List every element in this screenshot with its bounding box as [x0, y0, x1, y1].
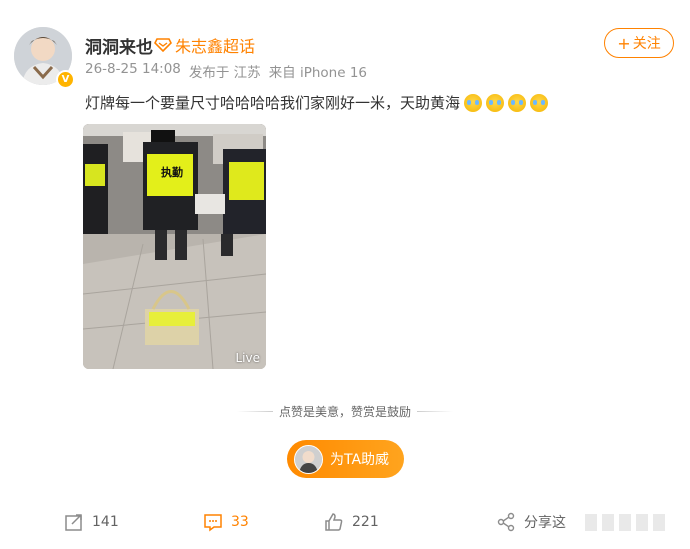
cheer-button[interactable]: 为TA助威	[287, 440, 404, 478]
cheer-label: 为TA助威	[330, 452, 390, 468]
blurred-bars	[585, 514, 665, 531]
comment-icon	[204, 514, 222, 532]
like-count: 221	[352, 514, 379, 530]
crying-emoji-icon	[508, 93, 527, 112]
live-badge: Live	[235, 351, 260, 365]
topic-link[interactable]: 朱志鑫超话	[154, 33, 255, 57]
username[interactable]: 洞洞来也	[85, 33, 153, 58]
comment-count: 33	[231, 514, 249, 530]
follow-label: 关注	[632, 36, 661, 52]
topic-label: 朱志鑫超话	[175, 37, 256, 56]
share-button[interactable]: 分享这	[496, 512, 566, 532]
repost-count: 141	[92, 514, 119, 530]
repost-icon	[65, 514, 82, 531]
overlay-fade	[560, 508, 690, 538]
cheer-avatar	[294, 444, 323, 474]
reward-hint: 点赞是美意，赞赏是鼓励	[0, 403, 690, 420]
post-text: 灯牌每一个要量尺寸哈哈哈哈我们家刚好一米，天助黄海	[85, 92, 549, 113]
divider-left	[236, 411, 273, 412]
post-location: 发布于 江苏	[188, 65, 261, 81]
reward-hint-text: 点赞是美意，赞赏是鼓励	[278, 405, 411, 419]
crying-emoji-icon	[464, 93, 483, 112]
verified-icon: V	[56, 70, 75, 89]
super-topic-icon	[154, 38, 172, 52]
comment-button[interactable]: 33	[203, 512, 249, 532]
divider-right	[417, 411, 453, 412]
post-image[interactable]: 执勤 Live	[83, 124, 266, 369]
post-device: 来自 iPhone 16	[268, 65, 368, 81]
follow-button[interactable]: + 关注	[604, 28, 674, 58]
post-body: 灯牌每一个要量尺寸哈哈哈哈我们家刚好一米，天助黄海	[85, 94, 461, 112]
repost-button[interactable]: 141	[64, 512, 119, 532]
crying-emoji-icon	[530, 93, 549, 112]
thumbs-up-icon	[325, 513, 343, 531]
weibo-post-card: V 洞洞来也 朱志鑫超话 26-8-25 14:08 发布于 江苏 来自 iPh…	[0, 0, 690, 549]
share-icon	[497, 512, 515, 532]
photo-scene: 执勤	[83, 124, 266, 369]
crying-emoji-icon	[486, 93, 505, 112]
svg-text:执勤: 执勤	[161, 165, 183, 179]
like-button[interactable]: 221	[324, 512, 379, 532]
post-time[interactable]: 26-8-25 14:08	[85, 61, 181, 81]
plus-icon: +	[617, 33, 631, 53]
post-meta: 26-8-25 14:08 发布于 江苏 来自 iPhone 16	[85, 61, 367, 81]
